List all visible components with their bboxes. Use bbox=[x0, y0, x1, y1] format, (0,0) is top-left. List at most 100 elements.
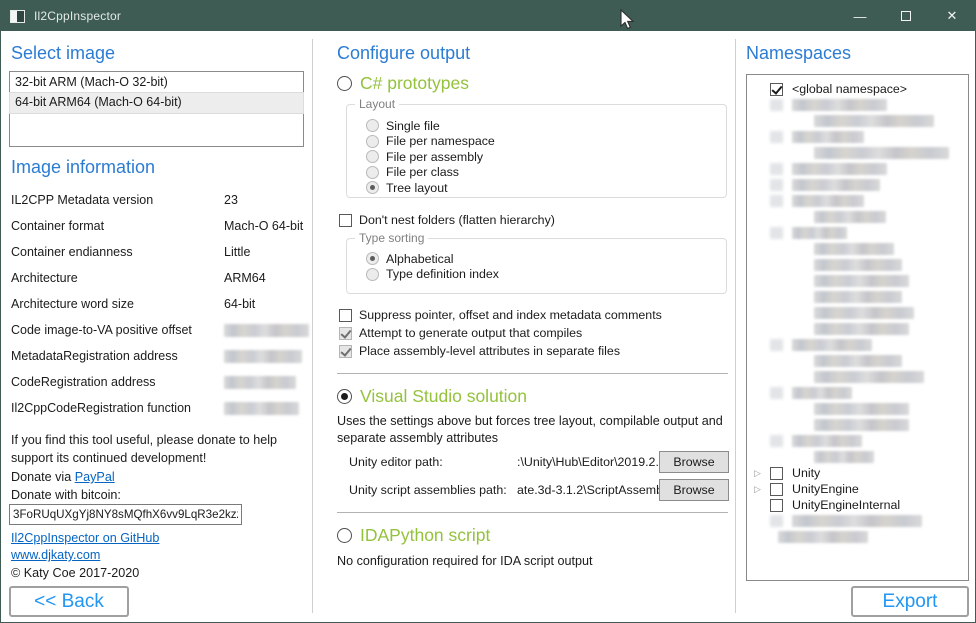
redacted-namespace bbox=[814, 371, 924, 383]
sorting-option[interactable]: Type definition index bbox=[366, 267, 726, 283]
layout-radio-icon[interactable] bbox=[366, 181, 379, 194]
csharp-checkbox-row[interactable]: Suppress pointer, offset and index metad… bbox=[339, 306, 662, 324]
namespace-row[interactable] bbox=[747, 113, 968, 129]
redacted-checkbox bbox=[770, 163, 783, 175]
layout-option-label: File per assembly bbox=[386, 150, 483, 164]
namespace-row[interactable]: ▷Unity bbox=[747, 465, 968, 481]
layout-radio-icon[interactable] bbox=[366, 135, 379, 148]
redacted-checkbox bbox=[770, 227, 783, 239]
website-link[interactable]: www.djkaty.com bbox=[11, 548, 100, 562]
csharp-prototypes-option[interactable]: C# prototypes bbox=[337, 73, 469, 94]
namespace-row[interactable] bbox=[747, 513, 968, 529]
namespace-row[interactable]: <global namespace> bbox=[747, 81, 968, 97]
titlebar: Il2CppInspector — ✕ bbox=[1, 1, 975, 31]
unity-editor-path-label: Unity editor path: bbox=[349, 455, 517, 469]
vs-solution-option[interactable]: Visual Studio solution bbox=[337, 386, 527, 407]
namespace-row[interactable] bbox=[747, 385, 968, 401]
namespace-row[interactable] bbox=[747, 209, 968, 225]
idapython-radio-icon[interactable] bbox=[337, 528, 352, 543]
window-title: Il2CppInspector bbox=[34, 9, 121, 23]
csharp-radio-icon[interactable] bbox=[337, 76, 352, 91]
info-value: 23 bbox=[224, 193, 238, 207]
namespace-row[interactable] bbox=[747, 129, 968, 145]
unity-assemblies-browse-button[interactable]: Browse bbox=[659, 479, 729, 501]
close-button[interactable]: ✕ bbox=[929, 1, 975, 31]
vs-radio-icon[interactable] bbox=[337, 389, 352, 404]
namespace-row[interactable] bbox=[747, 337, 968, 353]
namespace-row[interactable] bbox=[747, 193, 968, 209]
namespace-row[interactable] bbox=[747, 145, 968, 161]
namespace-checkbox-icon[interactable] bbox=[770, 83, 783, 96]
layout-radio-icon[interactable] bbox=[366, 119, 379, 132]
info-row: Container formatMach-O 64-bit bbox=[11, 215, 307, 241]
redacted-namespace bbox=[814, 307, 914, 319]
redacted-value bbox=[224, 324, 309, 337]
redacted-namespace bbox=[792, 163, 887, 175]
layout-option[interactable]: File per assembly bbox=[366, 149, 726, 165]
flatten-checkbox-icon[interactable] bbox=[339, 214, 352, 227]
csharp-checkbox-row[interactable]: Place assembly-level attributes in separ… bbox=[339, 342, 662, 360]
namespace-checkbox-icon[interactable] bbox=[770, 499, 783, 512]
namespace-row[interactable] bbox=[747, 449, 968, 465]
layout-option[interactable]: Single file bbox=[366, 118, 726, 134]
configure-output-heading: Configure output bbox=[337, 43, 470, 64]
namespace-row[interactable] bbox=[747, 305, 968, 321]
namespace-row[interactable] bbox=[747, 369, 968, 385]
namespace-row[interactable] bbox=[747, 177, 968, 193]
namespace-row[interactable] bbox=[747, 161, 968, 177]
layout-option[interactable]: Tree layout bbox=[366, 180, 726, 196]
layout-radio-icon[interactable] bbox=[366, 150, 379, 163]
maximize-button[interactable] bbox=[883, 1, 929, 31]
redacted-namespace bbox=[792, 339, 872, 351]
expander-icon[interactable]: ▷ bbox=[754, 468, 761, 479]
redacted-checkbox bbox=[770, 179, 783, 191]
namespace-row[interactable] bbox=[747, 529, 968, 545]
checkbox-icon[interactable] bbox=[339, 345, 352, 358]
namespace-row[interactable]: UnityEngineInternal bbox=[747, 497, 968, 513]
sorting-radio-icon[interactable] bbox=[366, 252, 379, 265]
checkbox-icon[interactable] bbox=[339, 327, 352, 340]
namespace-row[interactable] bbox=[747, 273, 968, 289]
info-label: MetadataRegistration address bbox=[11, 349, 178, 363]
namespace-checkbox-icon[interactable] bbox=[770, 467, 783, 480]
expander-icon[interactable]: ▷ bbox=[754, 484, 761, 495]
paypal-link[interactable]: PayPal bbox=[75, 470, 115, 484]
info-label: Il2CppCodeRegistration function bbox=[11, 401, 191, 415]
namespace-row[interactable] bbox=[747, 433, 968, 449]
app-window: Il2CppInspector — ✕ Select image 32-bit … bbox=[0, 0, 976, 623]
namespaces-tree[interactable]: <global namespace> ▷Unity▷UnityEngineUnit… bbox=[746, 74, 969, 581]
minimize-button[interactable]: — bbox=[837, 1, 883, 31]
namespace-row[interactable] bbox=[747, 401, 968, 417]
unity-editor-browse-button[interactable]: Browse bbox=[659, 451, 729, 473]
image-list[interactable]: 32-bit ARM (Mach-O 32-bit)64-bit ARM64 (… bbox=[9, 71, 304, 147]
layout-option[interactable]: File per namespace bbox=[366, 134, 726, 150]
sorting-option[interactable]: Alphabetical bbox=[366, 251, 726, 267]
flatten-checkbox-row[interactable]: Don't nest folders (flatten hierarchy) bbox=[339, 213, 555, 227]
unity-assemblies-path-value: ate.3d-3.1.2\ScriptAssemblies bbox=[517, 483, 659, 497]
type-sorting-group-title: Type sorting bbox=[355, 231, 428, 245]
namespace-row[interactable] bbox=[747, 257, 968, 273]
image-list-item[interactable]: 32-bit ARM (Mach-O 32-bit) bbox=[10, 73, 303, 93]
namespace-row[interactable] bbox=[747, 417, 968, 433]
layout-option[interactable]: File per class bbox=[366, 165, 726, 181]
namespace-checkbox-icon[interactable] bbox=[770, 483, 783, 496]
namespace-row[interactable] bbox=[747, 97, 968, 113]
bitcoin-address-input[interactable] bbox=[9, 504, 242, 525]
namespace-row[interactable] bbox=[747, 321, 968, 337]
export-button[interactable]: Export bbox=[851, 586, 969, 617]
redacted-namespace bbox=[814, 451, 874, 463]
sorting-radio-icon[interactable] bbox=[366, 268, 379, 281]
image-list-item[interactable]: 64-bit ARM64 (Mach-O 64-bit) bbox=[10, 93, 303, 113]
csharp-checkbox-row[interactable]: Attempt to generate output that compiles bbox=[339, 324, 662, 342]
namespace-row[interactable] bbox=[747, 289, 968, 305]
redacted-namespace bbox=[792, 515, 922, 527]
namespace-row[interactable] bbox=[747, 225, 968, 241]
idapython-option[interactable]: IDAPython script bbox=[337, 525, 490, 546]
namespace-row[interactable] bbox=[747, 353, 968, 369]
namespace-row[interactable] bbox=[747, 241, 968, 257]
checkbox-icon[interactable] bbox=[339, 309, 352, 322]
github-link[interactable]: Il2CppInspector on GitHub bbox=[11, 531, 159, 545]
namespace-row[interactable]: ▷UnityEngine bbox=[747, 481, 968, 497]
layout-radio-icon[interactable] bbox=[366, 166, 379, 179]
back-button[interactable]: << Back bbox=[9, 586, 129, 617]
